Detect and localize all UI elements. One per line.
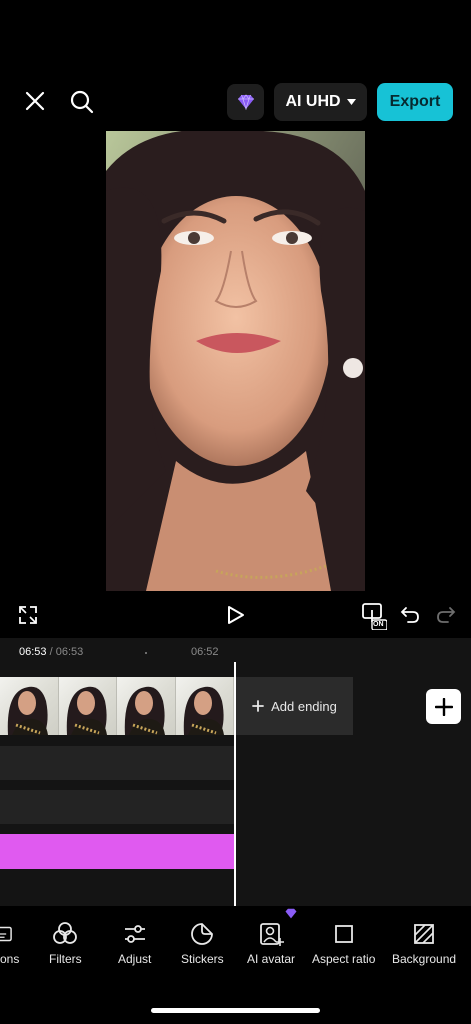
tool-filters[interactable]: Filters (49, 920, 82, 966)
close-button[interactable] (18, 84, 52, 118)
adjust-icon (121, 920, 149, 948)
tool-label: AI avatar (247, 952, 296, 966)
snap-on-badge: ON (373, 621, 384, 628)
effect-track[interactable] (0, 834, 234, 869)
play-icon (228, 606, 244, 624)
search-icon (70, 90, 94, 114)
clip-thumbnail (58, 677, 117, 735)
video-frame-image (106, 131, 365, 591)
tool-stickers[interactable]: Stickers (181, 920, 224, 966)
snap-toggle-button[interactable]: ON (360, 601, 388, 631)
export-button[interactable]: Export (377, 83, 453, 121)
plus-icon (434, 697, 453, 716)
clip-thumbnail (0, 677, 59, 735)
time-separator: / (49, 646, 53, 658)
text-track[interactable] (0, 790, 234, 824)
ruler-tick (145, 652, 147, 654)
fullscreen-icon (19, 606, 37, 624)
clip-thumbnail (175, 677, 234, 735)
aspect-ratio-icon (330, 920, 358, 948)
tool-label: Stickers (181, 952, 224, 966)
ruler-time-mark: 06:52 (191, 646, 219, 658)
captions-icon (0, 920, 16, 948)
undo-button[interactable] (398, 603, 422, 627)
total-time: 06:53 (55, 646, 84, 658)
video-clip[interactable] (0, 677, 234, 735)
tool-captions[interactable]: tions (0, 920, 19, 966)
player-controls: ON (0, 598, 471, 634)
tool-adjust[interactable]: Adjust (118, 920, 151, 966)
redo-button[interactable] (434, 603, 458, 627)
tool-label: tions (0, 952, 20, 966)
tool-aspect-ratio[interactable]: Aspect ratio (312, 920, 375, 966)
undo-icon (400, 607, 419, 623)
time-display: 06:53 / 06:53 (19, 646, 83, 658)
diamond-icon (237, 94, 254, 110)
audio-track[interactable] (0, 746, 234, 780)
plus-icon (252, 700, 265, 712)
background-icon (410, 920, 438, 948)
tool-label: Adjust (118, 952, 152, 966)
bottom-toolbar: tions Filters Adjust Stickers AI avatar … (0, 908, 471, 980)
pro-button[interactable] (227, 84, 264, 120)
quality-label: AI UHD (285, 93, 341, 110)
quality-dropdown[interactable]: AI UHD (274, 83, 367, 121)
tool-label: Background (392, 952, 457, 966)
fullscreen-button[interactable] (16, 603, 40, 627)
play-button[interactable] (224, 603, 248, 627)
current-time: 06:53 (19, 646, 47, 658)
add-ending-button[interactable]: Add ending (236, 677, 353, 735)
tool-label: Filters (49, 952, 82, 966)
pro-diamond-icon (285, 908, 297, 919)
add-ending-label: Add ending (271, 698, 337, 714)
home-indicator[interactable] (151, 1008, 320, 1013)
filters-icon (51, 920, 79, 948)
top-bar: AI UHD Export (0, 80, 471, 124)
ai-avatar-icon (257, 920, 285, 948)
tool-ai-avatar[interactable]: AI avatar (247, 920, 295, 966)
video-preview[interactable] (106, 131, 365, 591)
clip-thumbnail (117, 677, 176, 735)
tool-label: Aspect ratio (312, 952, 376, 966)
playhead[interactable] (234, 662, 236, 906)
stickers-icon (188, 920, 216, 948)
redo-icon (437, 607, 456, 623)
caret-down-icon (346, 99, 356, 105)
search-button[interactable] (64, 84, 100, 120)
close-icon (25, 91, 45, 111)
tool-background[interactable]: Background (392, 920, 456, 966)
add-clip-button[interactable] (426, 689, 461, 724)
